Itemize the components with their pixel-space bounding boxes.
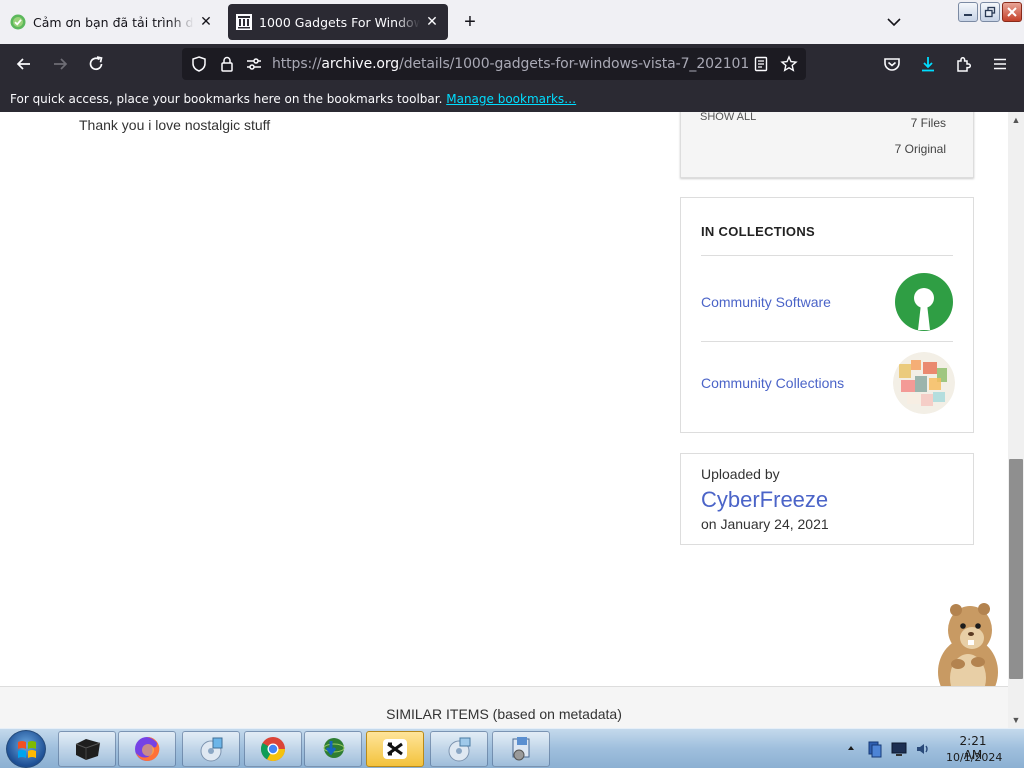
navigation-toolbar: https://archive.org/details/1000-gadgets… [0,44,1024,84]
forward-arrow-icon[interactable] [50,54,70,74]
clock-date[interactable]: 10/1/2024 [946,751,1002,764]
tracking-protection-shield-icon[interactable] [190,55,208,73]
uploader-name-link[interactable]: CyberFreeze [701,487,828,513]
similar-items-bar: SIMILAR ITEMS (based on metadata) [0,686,1008,728]
bookmarks-toolbar: For quick access, place your bookmarks h… [0,84,1024,112]
minimize-icon[interactable] [958,2,978,22]
tab-close-icon[interactable]: ✕ [424,14,440,30]
restore-icon[interactable] [980,2,1000,22]
similar-items-heading: SIMILAR ITEMS (based on metadata) [386,706,622,722]
scroll-down-arrow-icon[interactable]: ▼ [1008,712,1024,728]
reader-view-icon[interactable] [752,55,770,73]
manage-bookmarks-link[interactable]: Manage bookmarks… [446,92,576,106]
tray-speaker-icon[interactable] [914,740,932,758]
url-text[interactable]: https://archive.org/details/1000-gadgets… [272,56,749,72]
window-controls [958,2,1022,22]
tab-archive-gadgets[interactable]: 1000 Gadgets For Windows Vista 7 ✕ [228,4,448,40]
divider [701,341,953,342]
reload-icon[interactable] [86,54,106,74]
show-hidden-icons-chevron-up-icon[interactable] [846,743,856,753]
open-source-keyhole-icon[interactable] [893,271,955,333]
collage-icon[interactable] [893,352,955,414]
lock-icon[interactable] [218,55,236,73]
divider [701,255,953,256]
taskbar-terminal-icon[interactable] [58,731,116,767]
extensions-puzzle-icon[interactable] [954,54,974,74]
tab-strip: Cảm ơn bạn đã tải trình duyệt Firefox ✕ … [0,0,1024,44]
collection-link-community-collections[interactable]: Community Collections [701,375,844,391]
taskbar-capcut-icon[interactable] [366,731,424,767]
taskbar-chrome-icon[interactable] [244,731,302,767]
page-scrollbar[interactable]: ▲ ▼ [1008,112,1024,728]
tray-network-cards-icon[interactable] [866,740,884,758]
collection-link-community-software[interactable]: Community Software [701,294,831,310]
taskbar-internet-download-manager-icon[interactable] [304,731,362,767]
tab-close-icon[interactable]: ✕ [198,14,214,30]
hamster-mascot-icon [938,603,998,686]
archive-building-favicon-icon [236,14,252,30]
window-close-icon[interactable] [1002,2,1022,22]
firefox-check-favicon-icon [10,14,26,30]
downloads-icon[interactable] [918,54,938,74]
taskbar-firefox-icon[interactable] [118,731,176,767]
review-text: Thank you i love nostalgic stuff [79,117,271,133]
scroll-up-arrow-icon[interactable]: ▲ [1008,112,1024,128]
pocket-icon[interactable] [882,54,902,74]
tab-firefox-thanks[interactable]: Cảm ơn bạn đã tải trình duyệt Firefox ✕ [2,4,222,40]
files-panel: SHOW ALL 7 Files 7 Original [680,112,974,178]
list-all-tabs-chevron-down-icon[interactable] [884,12,904,32]
tab-title: Cảm ơn bạn đã tải trình duyệt Firefox [33,14,194,30]
hamburger-menu-icon[interactable] [990,54,1010,74]
uploader-panel: Uploaded by CyberFreeze on January 24, 2… [680,453,974,545]
original-count[interactable]: 7 Original [895,142,946,156]
new-tab-plus-icon[interactable]: + [458,12,482,32]
back-arrow-icon[interactable] [14,54,34,74]
address-bar[interactable]: https://archive.org/details/1000-gadgets… [182,48,806,80]
uploaded-by-label: Uploaded by [701,466,780,482]
bookmark-star-icon[interactable] [780,55,798,73]
taskbar-disc-icon[interactable] [430,731,488,767]
page-content: Thank you i love nostalgic stuff SHOW AL… [0,112,1008,686]
taskbar-installer-icon[interactable] [492,731,550,767]
collections-heading: IN COLLECTIONS [701,224,815,239]
start-orb-windows-icon[interactable] [6,730,46,768]
bookmarks-message: For quick access, place your bookmarks h… [10,92,443,106]
files-count[interactable]: 7 Files [911,116,946,130]
collections-panel: IN COLLECTIONS Community Software Commun… [680,197,974,433]
tray-display-icon[interactable] [890,740,908,758]
upload-date: on January 24, 2021 [701,516,829,532]
taskbar-media-center-icon[interactable] [182,731,240,767]
site-permissions-icon[interactable] [245,55,263,73]
windows-taskbar: 2:21 AM 10/1/2024 [0,728,1024,768]
scroll-thumb[interactable] [1009,459,1023,679]
tab-title: 1000 Gadgets For Windows Vista 7 [259,14,420,30]
show-all-link[interactable]: SHOW ALL [700,112,756,123]
